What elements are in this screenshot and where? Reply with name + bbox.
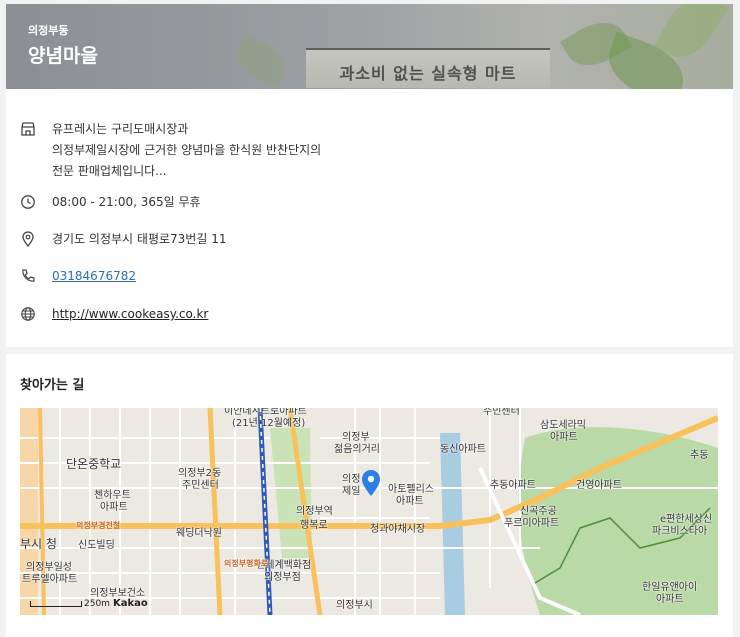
- description-line: 의정부제일시장에 근거한 양념마을 한식원 반찬단지의: [52, 143, 322, 157]
- location-marker[interactable]: [362, 470, 380, 496]
- map-label: 푸르미아파트: [504, 518, 560, 529]
- map-label: 주민센터: [182, 480, 219, 491]
- map-label: 의정부2동: [178, 468, 222, 479]
- map-label: 의정부평화로: [224, 559, 269, 568]
- globe-icon: [21, 307, 35, 321]
- kakao-logo: Kakao: [112, 598, 148, 609]
- map-label: 건영아파트: [576, 480, 622, 491]
- map-label: 청과야채시장: [370, 524, 426, 535]
- header-banner: 과소비 없는 실속형 마트 의정부동 양념마을: [6, 4, 733, 89]
- map-label: 삼도세라믹: [540, 420, 586, 431]
- map-label: 웨딩더낙원: [176, 528, 222, 539]
- promo-banner-text: 과소비 없는 실속형 마트: [339, 64, 517, 83]
- store-icon: [21, 122, 35, 136]
- map-label: e편한세상신: [660, 514, 713, 525]
- directions-section: 찾아가는 길 이안데시트로아파트 (21년 12월예정) 주민센터 삼도세라믹 …: [6, 354, 733, 637]
- leaf-decoration: [231, 35, 291, 87]
- address-row: 경기도 의정부시 태평로73번길 11: [20, 229, 226, 250]
- map-label: 아파트: [550, 432, 578, 443]
- map-label: 제일: [342, 486, 361, 497]
- map-label: 신도빌딩: [78, 540, 115, 551]
- description-line: 전문 판매업체입니다...: [52, 164, 167, 178]
- map-label: 부시 청: [20, 537, 57, 551]
- phone-icon: [22, 269, 35, 282]
- map-label: 의정부역: [296, 506, 333, 517]
- map-label: 단온중학교: [66, 457, 122, 471]
- promo-banner: 과소비 없는 실속형 마트: [306, 48, 550, 88]
- phone-link[interactable]: 03184676782: [52, 266, 136, 287]
- map-label: 추동아파트: [490, 480, 536, 491]
- map-label: 이안데시트로아파트: [224, 408, 307, 417]
- description-row: 유프레시는 구리도매시장과 의정부제일시장에 근거한 양념마을 한식원 반찬단지…: [20, 119, 321, 182]
- map-label: 아파트: [656, 594, 684, 605]
- address: 경기도 의정부시 태평로73번길 11: [52, 232, 227, 246]
- phone-row: 03184676782: [20, 266, 136, 287]
- map-label: 아파트: [396, 496, 424, 507]
- description-line: 유프레시는 구리도매시장과: [52, 122, 189, 136]
- map-scale: 250m Kakao: [30, 598, 148, 609]
- section-heading: 찾아가는 길: [20, 378, 85, 393]
- map[interactable]: 이안데시트로아파트 (21년 12월예정) 주민센터 삼도세라믹 아파트 의정부…: [20, 408, 718, 615]
- header-subtitle: 의정부동: [28, 24, 69, 37]
- map-label: 의정부: [342, 432, 370, 443]
- map-label: (21년 12월예정): [232, 418, 306, 429]
- scale-label: 250m: [84, 599, 110, 609]
- map-label: 추동: [690, 450, 709, 461]
- map-label: 트루엘아파트: [22, 574, 78, 585]
- map-label: 동신아파트: [440, 444, 486, 455]
- map-label: 의정부시: [336, 600, 373, 611]
- map-label: 행복로: [300, 520, 328, 531]
- business-hours: 08:00 - 21:00, 365일 무휴: [52, 195, 201, 209]
- hours-row: 08:00 - 21:00, 365일 무휴: [20, 192, 201, 213]
- map-label: 아파트: [100, 502, 128, 513]
- map-label: 한일유앤아이: [642, 582, 698, 593]
- description: 유프레시는 구리도매시장과 의정부제일시장에 근거한 양념마을 한식원 반찬단지…: [52, 119, 321, 182]
- map-label: 아토펠리스: [388, 484, 434, 495]
- store-info: 유프레시는 구리도매시장과 의정부제일시장에 근거한 양념마을 한식원 반찬단지…: [6, 89, 733, 347]
- map-label: 젊음의거리: [334, 444, 380, 455]
- clock-icon: [21, 195, 35, 209]
- map-label: 의정부일성: [26, 562, 72, 573]
- scale-bar: [30, 600, 82, 607]
- website-link[interactable]: http://www.cookeasy.co.kr: [52, 304, 208, 325]
- map-label: 의정: [342, 474, 361, 485]
- map-label: 의정부점: [264, 572, 301, 583]
- map-label: 의정부경전철: [76, 521, 121, 530]
- map-label: 첸하우트: [94, 490, 131, 501]
- map-label: 주민센터: [483, 408, 520, 417]
- map-label: 파크비스타아: [652, 526, 708, 537]
- location-pin-icon: [22, 231, 34, 247]
- website-row: http://www.cookeasy.co.kr: [20, 304, 208, 325]
- page-title: 양념마을: [28, 45, 98, 67]
- map-label: 신곡주공: [520, 506, 557, 517]
